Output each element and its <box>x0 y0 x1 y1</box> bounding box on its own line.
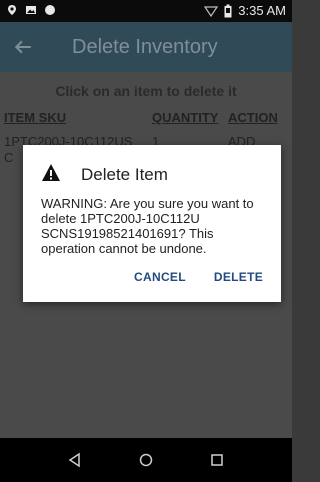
warning-icon <box>42 164 60 181</box>
circle-icon <box>45 5 55 15</box>
cancel-button[interactable]: CANCEL <box>134 270 186 284</box>
column-header-action: ACTION <box>228 110 278 125</box>
cell-item-sku-wrap: C <box>4 150 14 165</box>
wifi-icon <box>204 5 219 17</box>
delete-button[interactable]: DELETE <box>214 270 263 284</box>
page-title: Delete Inventory <box>72 36 218 58</box>
dialog-title: Delete Item <box>81 165 168 184</box>
battery-icon <box>224 4 232 17</box>
arrow-left-icon[interactable] <box>14 38 32 56</box>
location-icon <box>8 5 16 15</box>
back-triangle-icon[interactable] <box>66 451 84 469</box>
column-header-item-sku: ITEM SKU <box>4 110 67 125</box>
recents-square-icon[interactable] <box>208 451 226 469</box>
clock: 3:35 AM <box>238 3 286 18</box>
app-bar: Delete Inventory <box>0 22 292 72</box>
home-circle-icon[interactable] <box>137 451 155 469</box>
system-nav-bar <box>0 438 292 482</box>
image-icon <box>26 6 36 14</box>
status-bar: 3:35 AM <box>0 0 292 22</box>
column-header-quantity: QUANTITY <box>152 110 219 125</box>
instruction-text: Click on an item to delete it <box>55 83 237 99</box>
delete-confirm-dialog: Delete Item WARNING: Are you sure you wa… <box>23 145 281 302</box>
dialog-message: WARNING: Are you sure you want to delete… <box>41 196 254 256</box>
